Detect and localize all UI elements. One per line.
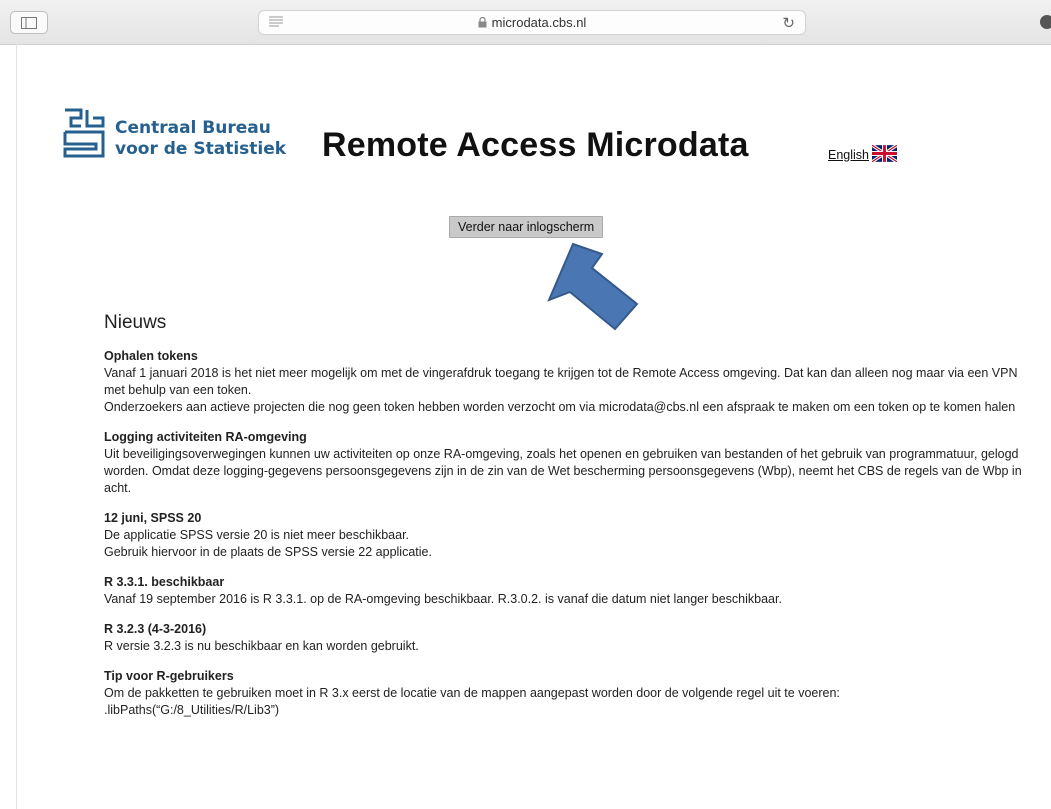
continue-to-login-button[interactable]: Verder naar inlogscherm — [449, 216, 604, 238]
news-item-text: .libPaths(“G:/8_Utilities/R/Lib3”) — [104, 703, 280, 717]
reload-icon[interactable]: ↻ — [782, 14, 795, 32]
news-item-text: Onderzoekers aan actieve projecten die n… — [104, 400, 1016, 414]
cbs-logo-mark-icon — [63, 108, 105, 158]
news-item-text: Vanaf 19 september 2016 is R 3.3.1. op d… — [104, 592, 782, 606]
language-link-english[interactable]: English — [828, 145, 897, 162]
news-section: Nieuws Ophalen tokens Vanaf 1 januari 20… — [104, 312, 1024, 732]
news-heading: Nieuws — [104, 312, 167, 333]
url-text: microdata.cbs.nl — [491, 15, 587, 30]
sidebar-icon — [21, 16, 37, 29]
news-item-text: Uit beveiligingsoverwegingen kunnen uw a… — [104, 447, 1022, 495]
news-item-title: Ophalen tokens — [104, 349, 198, 363]
news-item-text: R versie 3.2.3 is nu beschikbaar en kan … — [104, 639, 419, 653]
news-item-title: R 3.2.3 (4-3-2016) — [104, 622, 207, 636]
cbs-logo[interactable]: Centraal Bureau voor de Statistiek — [63, 108, 286, 160]
news-item-text: Gebruik hiervoor in de plaats de SPSS ve… — [104, 545, 432, 559]
page-title: Remote Access Microdata — [322, 126, 749, 164]
news-item: Ophalen tokens Vanaf 1 januari 2018 is h… — [104, 348, 1024, 416]
page-border — [16, 44, 17, 809]
lock-icon — [478, 17, 487, 28]
cbs-logo-text: Centraal Bureau voor de Statistiek — [115, 118, 286, 160]
news-item-text: Vanaf 1 januari 2018 is het niet meer mo… — [104, 366, 1018, 397]
uk-flag-icon — [872, 145, 897, 162]
news-item: Tip voor R-gebruikers Om de pakketten te… — [104, 668, 1024, 719]
news-item-text: De applicatie SPSS versie 20 is niet mee… — [104, 528, 410, 542]
news-item: Logging activiteiten RA-omgeving Uit bev… — [104, 429, 1024, 497]
news-item-title: Tip voor R-gebruikers — [104, 669, 234, 683]
language-link-label: English — [828, 148, 869, 162]
news-item: R 3.3.1. beschikbaar Vanaf 19 september … — [104, 574, 1024, 608]
news-item: R 3.2.3 (4-3-2016) R versie 3.2.3 is nu … — [104, 621, 1024, 655]
extension-icon[interactable] — [1040, 15, 1051, 29]
logo-line-1: Centraal Bureau — [115, 118, 271, 138]
news-item-text: Om de pakketten te gebruiken moet in R 3… — [104, 686, 840, 700]
news-item-title: 12 juni, SPSS 20 — [104, 511, 202, 525]
browser-toolbar: microdata.cbs.nl ↻ — [0, 0, 1051, 45]
sidebar-toggle-button[interactable] — [10, 11, 48, 34]
news-item-title: Logging activiteiten RA-omgeving — [104, 430, 307, 444]
address-bar[interactable]: microdata.cbs.nl ↻ — [258, 10, 806, 35]
news-item: 12 juni, SPSS 20 De applicatie SPSS vers… — [104, 510, 1024, 561]
logo-line-2: voor de Statistiek — [115, 139, 287, 159]
news-item-title: R 3.3.1. beschikbaar — [104, 575, 225, 589]
